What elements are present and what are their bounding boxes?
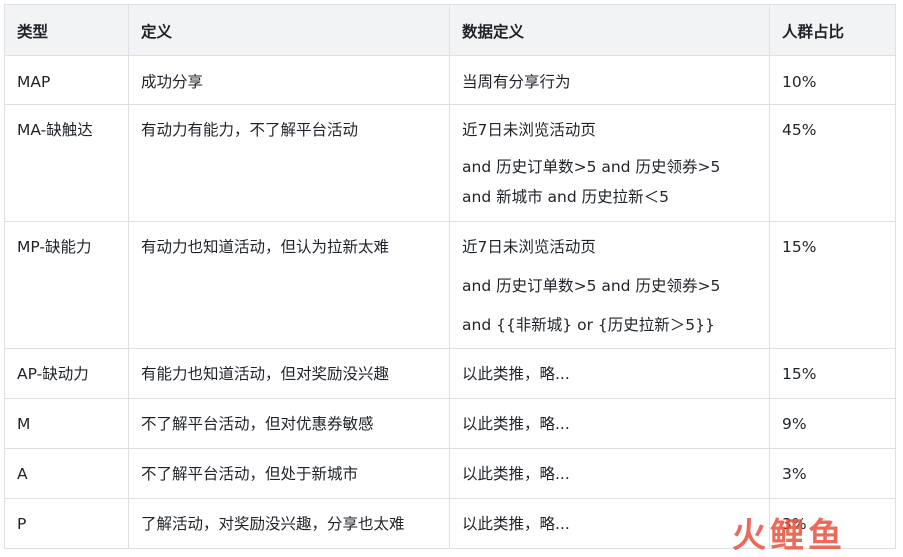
cell-type: MAP (4, 55, 129, 105)
cell-definition: 有动力有能力，不了解平台活动 (128, 104, 450, 222)
header-definition: 定义 (128, 4, 450, 56)
header-share: 人群占比 (769, 4, 896, 56)
data-def-line: and 历史订单数>5 and 历史领券>5 (462, 158, 721, 176)
cell-share: 9% (769, 398, 896, 449)
cell-type: AP-缺动力 (4, 348, 129, 399)
watermark-char: 鱼 (808, 516, 846, 556)
header-type: 类型 (4, 4, 129, 56)
cell-definition: 不了解平台活动，但对优惠券敏感 (128, 398, 450, 449)
data-def-line: and {{非新城} or {历史拉新＞5}} (462, 316, 715, 334)
cell-definition: 有动力也知道活动，但认为拉新太难 (128, 221, 450, 349)
cell-type: A (4, 448, 129, 499)
cell-type: MP-缺能力 (4, 221, 129, 349)
cell-type: MA-缺触达 (4, 104, 129, 222)
watermark-char: 火 (732, 516, 770, 556)
cell-data-definition: 以此类推，略... (449, 448, 770, 499)
data-def-line: and 新城市 and 历史拉新＜5 (462, 188, 669, 206)
cell-share: 3% (769, 448, 896, 499)
cell-share: 15% (769, 221, 896, 349)
cell-share: 10% (769, 55, 896, 105)
data-def-line: 近7日未浏览活动页 (462, 121, 596, 139)
data-def-line: 以此类推，略... (462, 365, 570, 383)
cell-definition: 有能力也知道活动，但对奖励没兴趣 (128, 348, 450, 399)
user-segment-table: 类型 定义 数据定义 人群占比 MAP 成功分享 当周有分享行为 10% MA-… (4, 4, 896, 549)
table-row: MP-缺能力 有动力也知道活动，但认为拉新太难 近7日未浏览活动页 and 历史… (4, 221, 896, 349)
brand-watermark: 火鲤鱼 (732, 508, 882, 556)
cell-share: 45% (769, 104, 896, 222)
cell-data-definition: 近7日未浏览活动页 and 历史订单数>5 and 历史领券>5 and 新城市… (449, 104, 770, 222)
cell-definition: 了解活动，对奖励没兴趣，分享也太难 (128, 498, 450, 549)
cell-type: M (4, 398, 129, 449)
cell-data-definition: 当周有分享行为 (449, 55, 770, 105)
table-header-row: 类型 定义 数据定义 人群占比 (4, 4, 896, 56)
cell-type: P (4, 498, 129, 549)
cell-data-definition: 以此类推，略... (449, 348, 770, 399)
cell-definition: 成功分享 (128, 55, 450, 105)
data-def-line: and 历史订单数>5 and 历史领券>5 (462, 277, 721, 295)
data-def-line: 以此类推，略... (462, 415, 570, 433)
data-def-line: 近7日未浏览活动页 (462, 238, 596, 256)
table-row: A 不了解平台活动，但处于新城市 以此类推，略... 3% (4, 448, 896, 499)
data-def-line: 当周有分享行为 (462, 73, 571, 91)
data-def-line: 以此类推，略... (462, 465, 570, 483)
cell-definition: 不了解平台活动，但处于新城市 (128, 448, 450, 499)
table-row: MAP 成功分享 当周有分享行为 10% (4, 55, 896, 105)
table-row: M 不了解平台活动，但对优惠券敏感 以此类推，略... 9% (4, 398, 896, 449)
cell-share: 15% (769, 348, 896, 399)
data-def-line: 以此类推，略... (462, 515, 570, 533)
table-row: AP-缺动力 有能力也知道活动，但对奖励没兴趣 以此类推，略... 15% (4, 348, 896, 399)
cell-data-definition: 近7日未浏览活动页 and 历史订单数>5 and 历史领券>5 and {{非… (449, 221, 770, 349)
cell-data-definition: 以此类推，略... (449, 398, 770, 449)
cell-data-definition: 以此类推，略... (449, 498, 770, 549)
table-row: MA-缺触达 有动力有能力，不了解平台活动 近7日未浏览活动页 and 历史订单… (4, 104, 896, 222)
header-data-definition: 数据定义 (449, 4, 770, 56)
watermark-char: 鲤 (770, 516, 808, 556)
